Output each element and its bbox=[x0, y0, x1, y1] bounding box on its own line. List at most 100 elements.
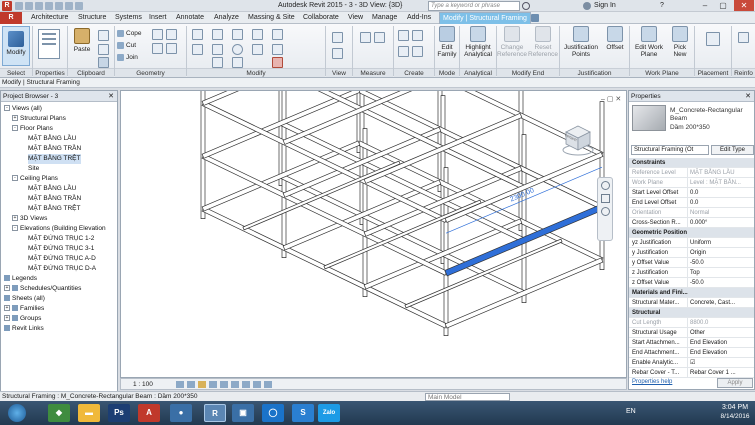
rotate-icon[interactable] bbox=[232, 44, 243, 55]
edit-family-button[interactable]: Edit Family bbox=[436, 26, 458, 66]
3d-view-icon[interactable] bbox=[75, 2, 83, 10]
temporary-hide-icon[interactable] bbox=[242, 381, 250, 388]
tab-architecture[interactable]: Architecture bbox=[31, 12, 68, 24]
panel-mode[interactable]: Mode bbox=[435, 68, 459, 77]
modify-button[interactable]: Modify bbox=[2, 26, 30, 66]
highlight-analytical-button[interactable]: Highlight Analytical bbox=[461, 26, 495, 66]
property-value[interactable]: -50.0 bbox=[687, 258, 753, 267]
tab-analyze[interactable]: Analyze bbox=[214, 12, 239, 24]
split-face-icon[interactable] bbox=[166, 29, 177, 40]
gem-app-icon[interactable]: ◆ bbox=[48, 404, 70, 422]
panel-select[interactable]: Select bbox=[0, 68, 32, 77]
tab-add-ins[interactable]: Add-Ins bbox=[407, 12, 431, 24]
structural-frame-model[interactable]: 2300.00 bbox=[121, 0, 626, 377]
tree-item[interactable]: MẶT ĐỨNG TRỤC 1-2 bbox=[28, 234, 94, 244]
show-crop-icon[interactable] bbox=[231, 381, 239, 388]
close-icon[interactable]: ✕ bbox=[745, 92, 751, 100]
justification-points-button[interactable]: Justification Points bbox=[561, 26, 601, 66]
panel-create[interactable]: Create bbox=[394, 68, 434, 77]
property-row[interactable]: Structural Usage Other bbox=[629, 328, 754, 338]
property-value[interactable]: Concrete, Cast... bbox=[687, 298, 753, 307]
zoom-icon[interactable] bbox=[600, 194, 610, 203]
expander-icon[interactable]: + bbox=[4, 285, 10, 292]
tree-item[interactable]: - Elevations (Building Elevation bbox=[12, 224, 106, 234]
property-row[interactable]: Enable Analytic... ☑ bbox=[629, 358, 754, 368]
detail-level-icon[interactable] bbox=[176, 381, 184, 388]
3d-viewport[interactable]: 2300.00 FRONT – ▢ ✕ bbox=[120, 0, 627, 378]
type-name[interactable]: M_Concrete-Rectangular Beam bbox=[670, 107, 754, 123]
tree-item[interactable]: MẶT BẰNG TRẦN bbox=[28, 144, 81, 154]
property-value[interactable]: 0.0 bbox=[687, 188, 753, 197]
property-value[interactable]: Rebar Cover 1 ... bbox=[687, 368, 753, 377]
property-value[interactable]: End Elevation bbox=[687, 348, 753, 357]
panel-placement[interactable]: Placement bbox=[695, 68, 731, 77]
ribbon-toggle-icon[interactable] bbox=[531, 14, 539, 22]
delete-icon[interactable] bbox=[272, 57, 283, 68]
active-workset-dropdown[interactable]: Main Model bbox=[425, 393, 510, 401]
property-value[interactable]: Level : MẶT BẰN... bbox=[687, 178, 753, 187]
tab-annotate[interactable]: Annotate bbox=[176, 12, 204, 24]
panel-reinforcement[interactable]: Reinfo bbox=[732, 68, 755, 77]
autocad-icon[interactable]: A bbox=[138, 404, 160, 422]
property-group-header[interactable]: Constraints bbox=[629, 158, 754, 168]
maximize-button[interactable]: ▢ bbox=[714, 0, 732, 11]
trim-icon[interactable] bbox=[252, 44, 263, 55]
demolish-icon[interactable] bbox=[166, 43, 177, 54]
array-icon[interactable] bbox=[212, 57, 223, 68]
property-value[interactable]: End Elevation bbox=[687, 338, 753, 347]
open-icon[interactable] bbox=[15, 2, 23, 10]
tab-insert[interactable]: Insert bbox=[149, 12, 167, 24]
align-icon[interactable] bbox=[192, 29, 203, 40]
sign-in-link[interactable]: Sign In bbox=[594, 2, 616, 9]
tree-item[interactable]: MẶT BẰNG TRỆT bbox=[28, 154, 81, 164]
tree-item[interactable]: MẶT BẰNG LẦU bbox=[28, 134, 76, 144]
property-row[interactable]: Structural Mater... Concrete, Cast... bbox=[629, 298, 754, 308]
tree-item[interactable]: MẶT BẰNG LẦU bbox=[28, 184, 76, 194]
tree-item[interactable]: - Views (all) bbox=[4, 104, 42, 114]
panel-work-plane[interactable]: Work Plane bbox=[630, 68, 694, 77]
cope-button[interactable]: Cope bbox=[117, 29, 142, 38]
change-reference-button[interactable]: Change Reference bbox=[497, 26, 527, 66]
mirror-draw-icon[interactable] bbox=[252, 29, 263, 40]
property-row[interactable]: Cross-Section R... 0.000° bbox=[629, 218, 754, 228]
tree-item[interactable]: + Schedules/Quantities bbox=[4, 284, 81, 294]
view-scale[interactable]: 1 : 100 bbox=[133, 380, 153, 390]
move-icon[interactable] bbox=[192, 44, 203, 55]
aligned-dimension-icon[interactable] bbox=[374, 32, 385, 43]
copy-tool-icon[interactable] bbox=[212, 44, 223, 55]
steering-wheel-icon[interactable] bbox=[600, 181, 610, 190]
copy-icon[interactable] bbox=[98, 30, 109, 41]
save-icon[interactable] bbox=[25, 2, 33, 10]
property-value[interactable]: 8800.0 bbox=[687, 318, 753, 327]
expander-icon[interactable]: - bbox=[12, 125, 18, 132]
start-button[interactable] bbox=[8, 404, 26, 422]
type-properties-icon[interactable] bbox=[38, 29, 60, 59]
tree-item[interactable]: + Structural Plans bbox=[12, 114, 66, 124]
property-row[interactable]: z Offset Value -50.0 bbox=[629, 278, 754, 288]
split-icon[interactable] bbox=[272, 29, 283, 40]
crop-view-icon[interactable] bbox=[220, 381, 228, 388]
undo-icon[interactable] bbox=[35, 2, 43, 10]
tree-item[interactable]: Sheets (all) bbox=[4, 294, 45, 304]
tab-structure[interactable]: Structure bbox=[78, 12, 106, 24]
redo-icon[interactable] bbox=[45, 2, 53, 10]
property-row[interactable]: yz Justification Uniform bbox=[629, 238, 754, 248]
cut-clipboard-icon[interactable] bbox=[98, 44, 109, 55]
apply-button[interactable]: Apply bbox=[717, 378, 753, 388]
panel-measure[interactable]: Measure bbox=[353, 68, 393, 77]
expander-icon[interactable]: + bbox=[12, 115, 18, 122]
join-button[interactable]: Join bbox=[117, 53, 138, 62]
viewcube[interactable]: FRONT bbox=[561, 123, 595, 157]
tree-item[interactable]: Legends bbox=[4, 274, 37, 284]
search-input[interactable]: Type a keyword or phrase bbox=[428, 1, 520, 11]
cut-button[interactable]: Cut bbox=[117, 41, 136, 50]
property-value[interactable]: Origin bbox=[687, 248, 753, 257]
tab-manage[interactable]: Manage bbox=[372, 12, 397, 24]
orbit-icon[interactable] bbox=[600, 207, 610, 216]
property-value[interactable]: Other bbox=[687, 328, 753, 337]
edit-work-plane-button[interactable]: Edit Work Plane bbox=[632, 26, 666, 66]
property-value[interactable]: -50.0 bbox=[687, 278, 753, 287]
property-row[interactable]: Cut Length 8800.0 bbox=[629, 318, 754, 328]
tab-modify-structural-framing[interactable]: Modify | Structural Framing bbox=[439, 12, 531, 24]
shell-icon[interactable]: ▣ bbox=[232, 404, 254, 422]
